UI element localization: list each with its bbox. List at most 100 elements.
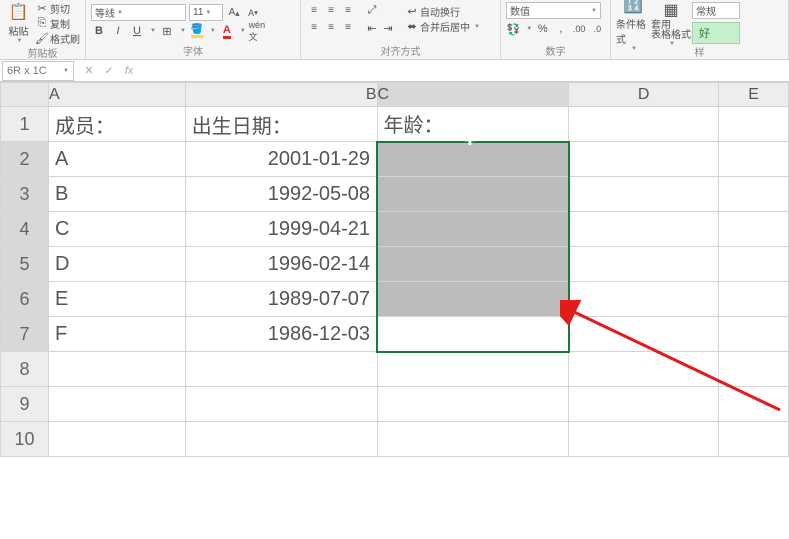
cell-A3[interactable]: B (48, 177, 185, 212)
cell-D9[interactable] (569, 387, 719, 422)
copy-button[interactable]: ⎘复制 (36, 17, 80, 30)
cell-B4[interactable]: 1999-04-21 (185, 212, 377, 247)
cell-E7[interactable] (719, 317, 789, 352)
cell-B2[interactable]: 2001-01-29 (185, 142, 377, 177)
style-good[interactable]: 好 (692, 22, 740, 44)
phonetic-button[interactable]: wén文 (249, 23, 265, 39)
insert-function-button[interactable]: fx (120, 65, 138, 77)
cell-B10[interactable] (185, 422, 377, 457)
format-painter-button[interactable]: 🖌格式刷 (36, 32, 80, 45)
cancel-formula-button[interactable]: ✕ (80, 64, 98, 77)
decrease-font-button[interactable]: A▾ (245, 5, 261, 21)
fill-color-button[interactable]: 🪣 (189, 23, 205, 39)
row-header-1[interactable]: 1 (1, 107, 49, 142)
cell-A4[interactable]: C (48, 212, 185, 247)
row-header-2[interactable]: 2 (1, 142, 49, 177)
cell-A10[interactable] (48, 422, 185, 457)
row-header-4[interactable]: 4 (1, 212, 49, 247)
row-header-7[interactable]: 7 (1, 317, 49, 352)
font-name-combo[interactable]: 等线▼ (91, 4, 186, 21)
cell-E5[interactable] (719, 247, 789, 282)
cell-B6[interactable]: 1989-07-07 (185, 282, 377, 317)
inc-decimal-button[interactable]: .00 (572, 21, 587, 37)
wrap-text-button[interactable]: ↩自动换行 (406, 5, 480, 18)
align-center-button[interactable]: ≡ (323, 20, 339, 36)
cell-E2[interactable] (719, 142, 789, 177)
cell-D2[interactable] (569, 142, 719, 177)
col-header-C[interactable]: C (377, 83, 569, 107)
bold-button[interactable]: B (91, 23, 107, 39)
row-header-5[interactable]: 5 (1, 247, 49, 282)
col-header-E[interactable]: E (719, 83, 789, 107)
cell-E1[interactable] (719, 107, 789, 142)
cell-C5[interactable] (377, 247, 569, 282)
cell-E6[interactable] (719, 282, 789, 317)
cell-D6[interactable] (569, 282, 719, 317)
comma-button[interactable]: , (553, 21, 568, 37)
font-size-combo[interactable]: 11▼ (189, 4, 223, 21)
align-top-button[interactable]: ≡ (306, 3, 322, 19)
cell-E4[interactable] (719, 212, 789, 247)
cell-B1[interactable]: 出生日期： (185, 107, 377, 142)
inc-indent-button[interactable]: ⇥ (380, 20, 396, 36)
border-button[interactable]: ⊞ (159, 23, 175, 39)
cell-D1[interactable] (569, 107, 719, 142)
col-header-B[interactable]: B (185, 83, 377, 107)
table-format-button[interactable]: ▦ 套用 表格格式 ▼ (654, 2, 688, 44)
align-middle-button[interactable]: ≡ (323, 3, 339, 19)
cell-D4[interactable] (569, 212, 719, 247)
cell-C1[interactable]: 年龄： (377, 107, 569, 142)
cell-B7[interactable]: 1986-12-03 (185, 317, 377, 352)
dec-decimal-button[interactable]: .0 (590, 21, 605, 37)
cell-E8[interactable] (719, 352, 789, 387)
style-normal[interactable]: 常规 (692, 2, 740, 19)
cell-D3[interactable] (569, 177, 719, 212)
cell-E9[interactable] (719, 387, 789, 422)
merge-center-button[interactable]: ⬌合并后居中▼ (406, 20, 480, 33)
font-color-button[interactable]: A (219, 23, 235, 39)
cell-A2[interactable]: A (48, 142, 185, 177)
row-header-10[interactable]: 10 (1, 422, 49, 457)
cell-D5[interactable] (569, 247, 719, 282)
orientation-button[interactable]: ⤢ (364, 2, 380, 18)
cond-format-button[interactable]: 🔢 条件格式 ▼ (616, 2, 650, 44)
name-box[interactable]: 6R x 1C▼ (2, 61, 74, 81)
percent-button[interactable]: % (535, 21, 550, 37)
accounting-button[interactable]: 💱 (506, 21, 521, 37)
cell-B8[interactable] (185, 352, 377, 387)
underline-button[interactable]: U (129, 23, 145, 39)
align-bottom-button[interactable]: ≡ (340, 3, 356, 19)
cell-B9[interactable] (185, 387, 377, 422)
formula-input[interactable] (144, 61, 789, 81)
row-header-6[interactable]: 6 (1, 282, 49, 317)
cell-C4[interactable] (377, 212, 569, 247)
select-all-corner[interactable] (1, 83, 49, 107)
cell-A6[interactable]: E (48, 282, 185, 317)
increase-font-button[interactable]: A▴ (226, 5, 242, 21)
cell-C7[interactable] (377, 317, 569, 352)
row-header-8[interactable]: 8 (1, 352, 49, 387)
number-format-combo[interactable]: 数值▼ (506, 2, 601, 19)
cell-A7[interactable]: F (48, 317, 185, 352)
cell-A9[interactable] (48, 387, 185, 422)
cell-D10[interactable] (569, 422, 719, 457)
cell-C3[interactable] (377, 177, 569, 212)
col-header-D[interactable]: D (569, 83, 719, 107)
cell-E3[interactable] (719, 177, 789, 212)
cell-D7[interactable] (569, 317, 719, 352)
cell-C8[interactable] (377, 352, 569, 387)
cell-B5[interactable]: 1996-02-14 (185, 247, 377, 282)
cell-D8[interactable] (569, 352, 719, 387)
cell-B3[interactable]: 1992-05-08 (185, 177, 377, 212)
cell-C2[interactable] (377, 142, 569, 177)
col-header-A[interactable]: A (48, 83, 185, 107)
align-left-button[interactable]: ≡ (306, 20, 322, 36)
row-header-9[interactable]: 9 (1, 387, 49, 422)
cell-C9[interactable] (377, 387, 569, 422)
align-right-button[interactable]: ≡ (340, 20, 356, 36)
cell-A1[interactable]: 成员： (48, 107, 185, 142)
cell-C6[interactable] (377, 282, 569, 317)
dec-indent-button[interactable]: ⇤ (364, 20, 380, 36)
enter-formula-button[interactable]: ✓ (100, 64, 118, 77)
italic-button[interactable]: I (110, 23, 126, 39)
